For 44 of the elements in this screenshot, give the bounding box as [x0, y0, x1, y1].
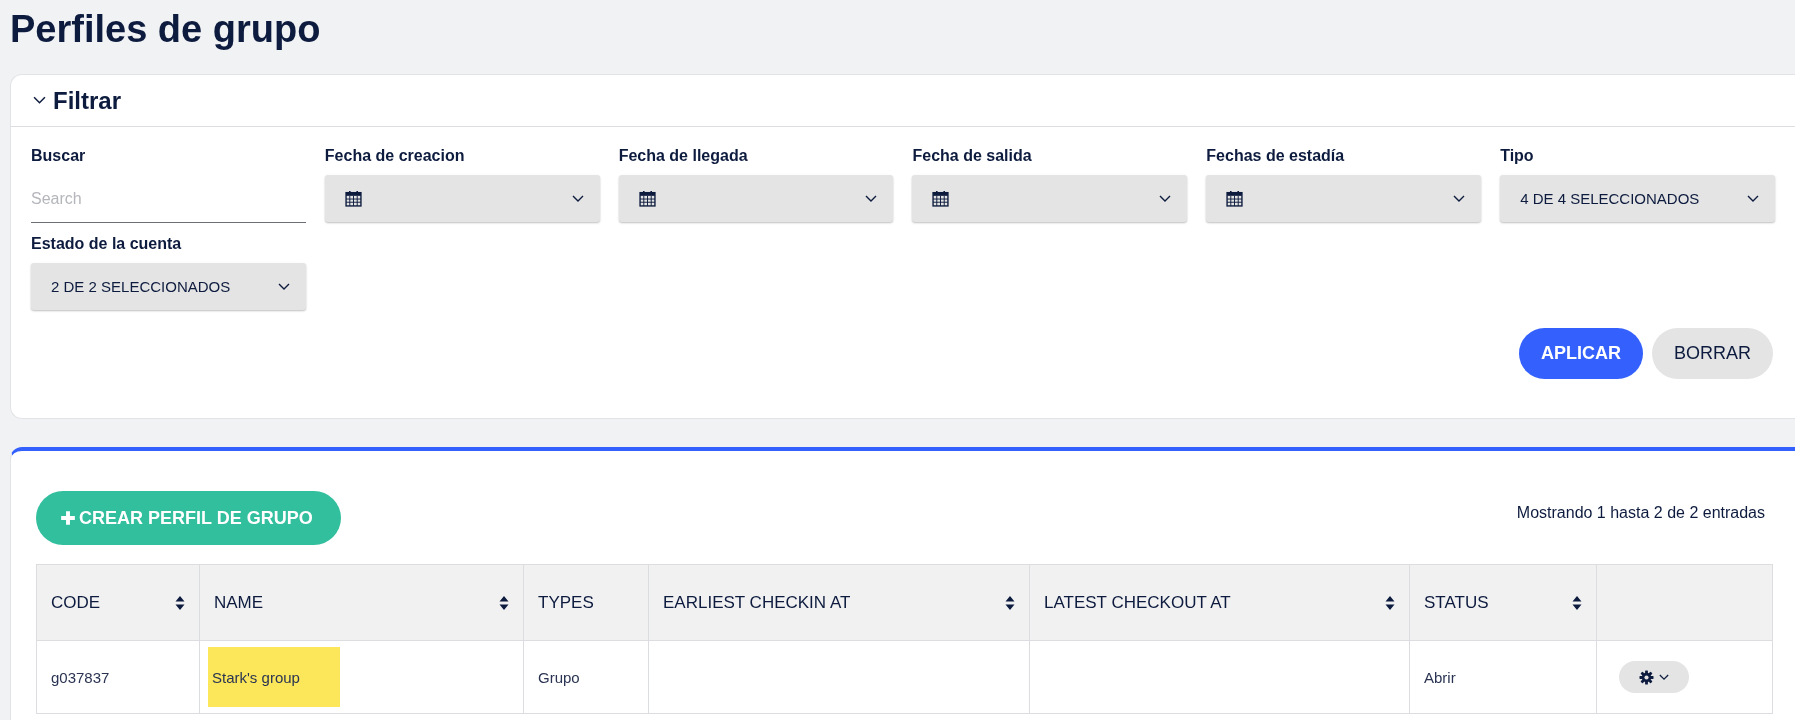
- calendar-icon: [932, 190, 950, 207]
- date-dropdown[interactable]: [324, 175, 600, 222]
- calendar-icon: [344, 190, 362, 207]
- table-cell: Abrir: [1409, 640, 1597, 714]
- chevron-down-icon: [1159, 194, 1172, 203]
- search-field[interactable]: Search: [31, 175, 306, 223]
- column-header[interactable]: CODE: [36, 564, 200, 641]
- field-label: Fecha de llegada: [618, 147, 749, 165]
- date-dropdown[interactable]: [1206, 175, 1482, 222]
- column-header[interactable]: STATUS: [1409, 564, 1597, 641]
- field-label: Fecha de creacion: [324, 147, 466, 165]
- column-header[interactable]: LATEST CHECKOUT AT: [1029, 564, 1410, 641]
- actions-button[interactable]: [1619, 661, 1689, 693]
- chevron-icon[interactable]: [33, 96, 46, 105]
- field-label: Tipo: [1500, 147, 1535, 165]
- calendar-icon: [638, 190, 656, 207]
- table-cell: Grupo: [523, 640, 649, 714]
- table-cell: Stark's group: [208, 647, 340, 707]
- filter-title: Filtrar: [53, 86, 121, 115]
- clear-button[interactable]: BORRAR: [1652, 328, 1773, 379]
- settings-icon: [1639, 669, 1654, 685]
- date-dropdown[interactable]: [618, 175, 894, 222]
- field-label: Buscar: [31, 147, 87, 165]
- chevron-down-icon: [571, 194, 584, 203]
- apply-button[interactable]: APLICAR: [1519, 328, 1643, 379]
- column-header[interactable]: EARLIEST CHECKIN AT: [648, 564, 1030, 641]
- chevron-down-icon: [278, 282, 290, 291]
- column-header: TYPES: [523, 564, 649, 641]
- column-header[interactable]: NAME: [199, 564, 524, 641]
- calendar-icon: [1226, 190, 1244, 207]
- field-label: Fechas de estadía: [1206, 147, 1346, 165]
- chevron-down-icon: [1659, 673, 1669, 681]
- select-dropdown[interactable]: 4 DE 4 SELECCIONADOS: [1500, 175, 1775, 222]
- page-title: Perfiles de grupo: [10, 7, 322, 52]
- select-dropdown[interactable]: 2 DE 2 SELECCIONADOS: [31, 263, 306, 310]
- plus-icon: [60, 510, 76, 526]
- field-label: Estado de la cuenta: [31, 235, 183, 253]
- chevron-down-icon: [1746, 194, 1759, 203]
- table-cell: g037837: [36, 640, 200, 714]
- chevron-down-icon: [1453, 194, 1466, 203]
- date-dropdown[interactable]: [912, 175, 1188, 222]
- entries-info: Mostrando 1 hasta 2 de 2 entradas: [1516, 504, 1765, 522]
- chevron-down-icon: [865, 194, 878, 203]
- field-label: Fecha de salida: [912, 147, 1033, 165]
